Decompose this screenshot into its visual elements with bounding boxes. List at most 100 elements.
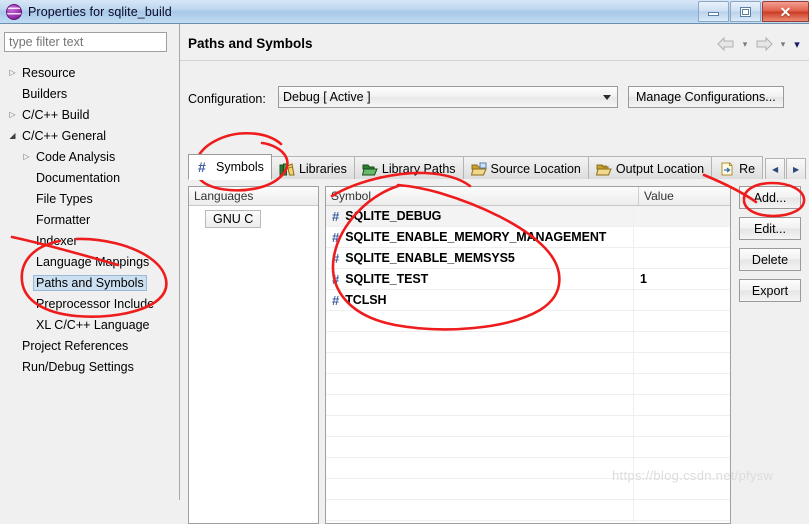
sidebar-item-label: File Types: [36, 191, 93, 206]
sidebar-item-label: Indexer: [36, 233, 78, 248]
hash-icon: #: [332, 229, 340, 245]
sidebar-item-resource[interactable]: ▷ Resource: [0, 62, 179, 83]
table-row[interactable]: # SQLITE_DEBUG: [326, 206, 730, 227]
table-row-empty[interactable]: [326, 311, 730, 332]
tab-scroll-right-icon[interactable]: ▶: [786, 158, 807, 180]
sidebar-item-label: Paths and Symbols: [33, 274, 147, 291]
language-item-gnu-c[interactable]: GNU C: [205, 210, 262, 228]
sidebar-item-label: Preprocessor Include: [36, 296, 155, 311]
tab-libraries[interactable]: Libraries: [270, 156, 355, 180]
chevron-down-icon[interactable]: ◢: [6, 131, 19, 140]
chevron-right-icon[interactable]: ▷: [6, 68, 19, 77]
symbol-actions: Add... Edit... Delete Export: [739, 186, 809, 310]
sidebar-item-label: Project References: [22, 338, 129, 353]
tab-re[interactable]: Re: [711, 156, 764, 180]
sidebar-item-label: C/C++ Build: [22, 107, 90, 122]
table-row[interactable]: # SQLITE_ENABLE_MEMORY_MANAGEMENT: [326, 227, 730, 248]
table-row-empty[interactable]: [326, 479, 730, 500]
sidebar-item-c-c-general[interactable]: ◢ C/C++ General: [0, 125, 179, 146]
tab-library-paths[interactable]: Library Paths: [353, 156, 464, 180]
minimize-button[interactable]: [698, 1, 729, 22]
close-button[interactable]: ✕: [762, 1, 809, 22]
settings-tree: ▷ Resource Builders ▷ C/C++ Build ◢ C/C++ Gene…: [0, 62, 179, 377]
chevron-right-icon[interactable]: ▷: [20, 152, 33, 161]
table-row-empty[interactable]: [326, 500, 730, 521]
tab-scroll-left-icon[interactable]: ◀: [765, 158, 786, 180]
languages-header: Languages: [189, 187, 318, 206]
properties-content: Paths and Symbols ▾ ▾ ▾ Configuration: D…: [180, 24, 809, 524]
export-button[interactable]: Export: [739, 279, 801, 302]
table-row-empty[interactable]: [326, 353, 730, 374]
hash-icon: #: [332, 271, 340, 287]
sidebar-item-xl-c-c-language[interactable]: XL C/C++ Language: [0, 314, 179, 335]
symbol-cell: # SQLITE_DEBUG: [326, 209, 633, 224]
languages-list[interactable]: Languages GNU C: [188, 186, 319, 524]
sidebar-item-builders[interactable]: Builders: [0, 83, 179, 104]
table-row[interactable]: # SQLITE_TEST 1: [326, 269, 730, 290]
add-button[interactable]: Add...: [739, 186, 801, 209]
hash-icon: #: [332, 292, 340, 308]
symbols-table-body: # SQLITE_DEBUG # SQLITE_ENABLE_MEMORY_MANAG…: [326, 206, 730, 523]
sidebar-item-indexer[interactable]: Indexer: [0, 230, 179, 251]
configuration-row: Configuration: Debug [ Active ] Manage C…: [188, 86, 802, 114]
tab-label: Output Location: [615, 161, 705, 176]
sidebar-item-documentation[interactable]: Documentation: [0, 167, 179, 188]
configuration-selected-value: Debug [ Active ]: [283, 90, 371, 104]
symbols-table[interactable]: Symbol Value # SQLITE_DEBUG # SQLITE_ENABLE…: [325, 186, 731, 524]
source-folder-icon: [470, 162, 487, 176]
tab-source-location[interactable]: Source Location: [462, 156, 589, 180]
symbol-cell: # SQLITE_ENABLE_MEMSYS5: [326, 251, 633, 266]
table-row[interactable]: # SQLITE_ENABLE_MEMSYS5: [326, 248, 730, 269]
settings-tree-panel: ▷ResourceBuilders▷C/C++ Build◢C/C++ Gene…: [0, 24, 180, 500]
back-dropdown-caret-icon[interactable]: ▾: [739, 36, 751, 52]
table-row-empty[interactable]: [326, 374, 730, 395]
symbol-cell: # SQLITE_ENABLE_MEMORY_MANAGEMENT: [326, 230, 633, 245]
table-row-empty[interactable]: [326, 416, 730, 437]
forward-dropdown-caret-icon[interactable]: ▾: [777, 36, 789, 52]
column-header-value[interactable]: Value: [639, 187, 730, 205]
filter-input[interactable]: [4, 32, 167, 52]
sidebar-item-label: C/C++ General: [22, 128, 107, 143]
svg-text:#: #: [198, 160, 206, 174]
sidebar-item-label: XL C/C++ Language: [36, 317, 150, 332]
back-arrow-icon[interactable]: [715, 36, 737, 52]
manage-configurations-button[interactable]: Manage Configurations...: [628, 86, 784, 108]
tab-label: Symbols: [216, 160, 264, 174]
symbol-value: [633, 290, 730, 310]
table-row-empty[interactable]: [326, 332, 730, 353]
page-menu-caret-icon[interactable]: ▾: [791, 36, 803, 52]
sidebar-item-paths-and-symbols[interactable]: Paths and Symbols: [0, 272, 179, 293]
open-folder-icon: [361, 162, 378, 176]
sidebar-item-language-mappings[interactable]: Language Mappings: [0, 251, 179, 272]
delete-button[interactable]: Delete: [739, 248, 801, 271]
table-row-empty[interactable]: [326, 458, 730, 479]
symbol-value: [633, 248, 730, 268]
sidebar-item-c-c-build[interactable]: ▷ C/C++ Build: [0, 104, 179, 125]
sidebar-item-code-analysis[interactable]: ▷ Code Analysis: [0, 146, 179, 167]
window-title-bar: Properties for sqlite_build ✕: [0, 0, 809, 24]
page-navigation: ▾ ▾ ▾: [715, 36, 803, 52]
configuration-select[interactable]: Debug [ Active ]: [278, 86, 618, 108]
symbol-name: TCLSH: [345, 293, 387, 307]
tab-symbols[interactable]: # Symbols: [188, 154, 272, 180]
edit-button[interactable]: Edit...: [739, 217, 801, 240]
languages-items: GNU C: [189, 206, 318, 228]
tab-output-location[interactable]: Output Location: [587, 156, 713, 180]
hash-icon: #: [332, 208, 340, 224]
column-header-symbol[interactable]: Symbol: [326, 187, 639, 205]
table-row[interactable]: # TCLSH: [326, 290, 730, 311]
maximize-button[interactable]: [730, 1, 761, 22]
chevron-right-icon[interactable]: ▷: [6, 110, 19, 119]
table-row-empty[interactable]: [326, 437, 730, 458]
table-row-empty[interactable]: [326, 395, 730, 416]
sidebar-item-preprocessor-include[interactable]: Preprocessor Include: [0, 293, 179, 314]
configuration-label: Configuration:: [188, 92, 266, 106]
chevron-down-icon: [603, 95, 611, 100]
sidebar-item-label: Formatter: [36, 212, 91, 227]
sidebar-item-run-debug-settings[interactable]: Run/Debug Settings: [0, 356, 179, 377]
sidebar-item-project-references[interactable]: Project References: [0, 335, 179, 356]
forward-arrow-icon[interactable]: [753, 36, 775, 52]
sidebar-item-formatter[interactable]: Formatter: [0, 209, 179, 230]
sidebar-item-file-types[interactable]: File Types: [0, 188, 179, 209]
tab-label: Library Paths: [381, 161, 456, 176]
